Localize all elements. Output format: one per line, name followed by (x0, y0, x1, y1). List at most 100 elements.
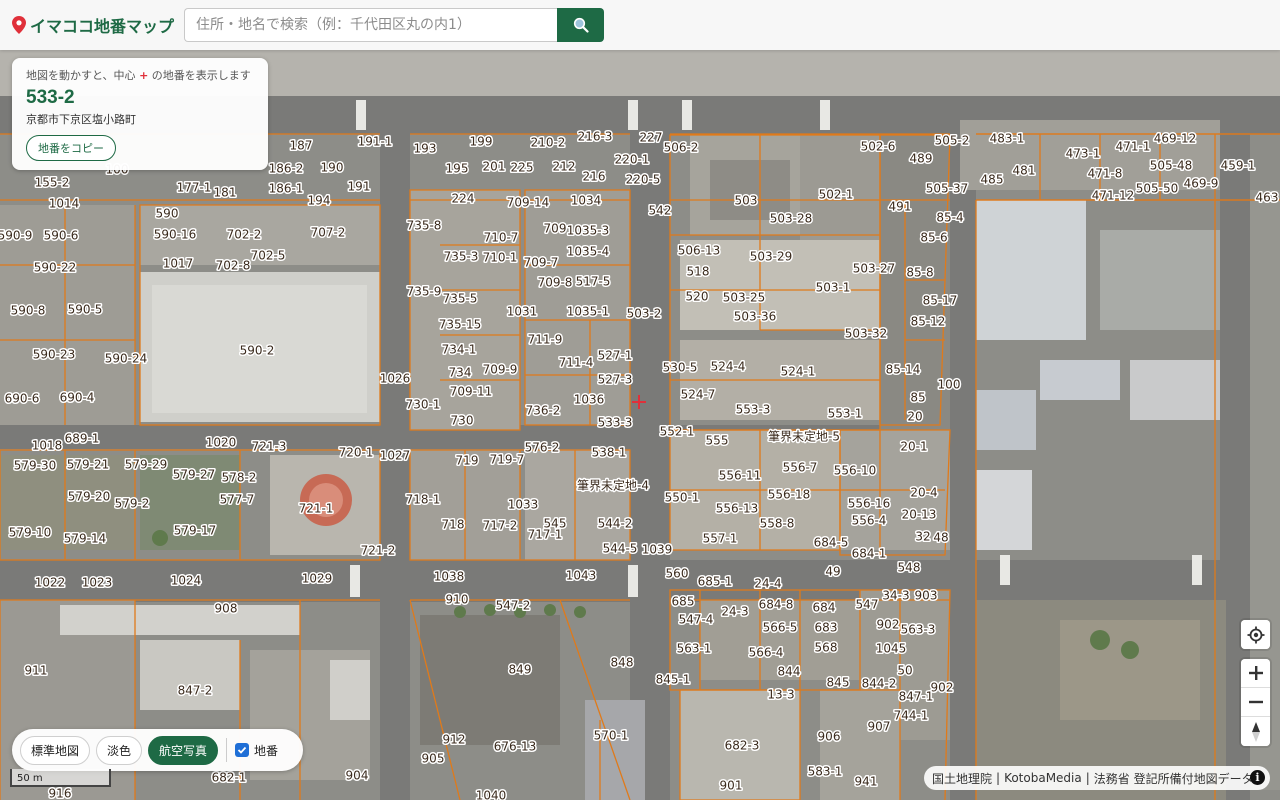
parcel-label: 1036 (574, 393, 605, 407)
parcel-label: 85-4 (936, 211, 963, 225)
parcel-label: 735-5 (443, 292, 478, 306)
parcel-label: 177-1 (177, 181, 212, 195)
parcel-label: 709 (544, 222, 567, 236)
parcel-label: 1035-1 (567, 305, 610, 319)
parcel-label: 503 (735, 194, 758, 208)
parcel-label: 502-1 (819, 188, 854, 202)
parcel-label: 845 (827, 676, 850, 690)
parcel-label: 187 (290, 139, 313, 153)
parcel-label: 707-2 (311, 226, 346, 240)
parcel-label: 684 (813, 601, 836, 615)
parcel-label: 579-30 (14, 459, 57, 473)
search-bar (184, 8, 605, 42)
attribution-gsi[interactable]: 国土地理院 (932, 770, 992, 787)
parcel-label: 524-7 (681, 388, 716, 402)
zoom-out-button[interactable] (1241, 688, 1270, 717)
reset-north-button[interactable] (1241, 717, 1270, 746)
parcel-label: 186-1 (269, 182, 304, 196)
parcel-label: 190 (321, 161, 344, 175)
parcel-label: 556-11 (719, 469, 762, 483)
parcel-label: 542 (649, 204, 672, 218)
parcel-label: 1022 (35, 576, 66, 590)
parcel-label: 544-2 (598, 517, 633, 531)
parcel-label: 505-48 (1150, 159, 1193, 173)
parcel-label: 85-14 (886, 363, 921, 377)
parcel-label: 684-5 (814, 536, 849, 550)
parcel-label: 579-20 (68, 490, 111, 504)
parcel-label: 579-2 (115, 497, 150, 511)
parcel-label: 590 (156, 207, 179, 221)
parcel-label: 684-1 (852, 547, 887, 561)
parcel-label: 717-2 (483, 519, 518, 533)
parcel-label: 560 (666, 567, 689, 581)
parcel-label: 1023 (82, 576, 113, 590)
parcel-label: 20-13 (902, 508, 937, 522)
parcel-label: 579-14 (64, 532, 107, 546)
attribution-moj[interactable]: 法務省 登記所備付地図データ (1094, 770, 1254, 787)
parcel-label: 20-1 (900, 440, 927, 454)
copy-parcel-button[interactable]: 地番をコピー (26, 135, 116, 161)
parcel-label: 547-4 (679, 613, 714, 627)
search-button[interactable] (557, 8, 605, 42)
parcel-label: 555 (706, 434, 729, 448)
parcel-label: 100 (938, 378, 961, 392)
parcel-address: 京都市下京区塩小路町 (26, 113, 136, 126)
layer-divider (226, 738, 228, 762)
parcel-toggle-checkbox[interactable] (235, 743, 250, 757)
parcel-label: 709-11 (450, 385, 493, 399)
layer-pale-button[interactable]: 淡色 (96, 735, 143, 765)
layer-aerial-button[interactable]: 航空写真 (148, 735, 219, 765)
attribution-separator: | (1085, 771, 1090, 785)
parcel-label: 735-9 (407, 285, 442, 299)
parcel-label: 489 (910, 152, 933, 166)
parcel-info-panel: 地図を動かすと、中心 + の地番を表示します 533-2 京都市下京区塩小路町 … (12, 58, 268, 170)
layer-standard-button[interactable]: 標準地図 (20, 735, 91, 765)
parcel-label: 566-5 (763, 621, 798, 635)
parcel-label: 702-8 (216, 259, 251, 273)
parcel-label: 690-6 (5, 392, 40, 406)
parcel-label: 553-1 (828, 407, 863, 421)
parcel-label: 563-1 (677, 642, 712, 656)
parcel-label: 590-22 (34, 261, 77, 275)
parcel-label: 735-8 (407, 219, 442, 233)
parcel-label: 216 (583, 170, 606, 184)
parcel-label: 570-1 (594, 729, 629, 743)
parcel-label: 1031 (507, 305, 538, 319)
parcel-label: 481 (1013, 164, 1036, 178)
parcel-label: 579-27 (173, 468, 216, 482)
parcel-label: 556-7 (783, 461, 818, 475)
parcel-label: 579-17 (174, 524, 217, 538)
parcel-label: 1043 (566, 569, 597, 583)
attribution-kotoba[interactable]: KotobaMedia (1004, 771, 1082, 785)
zoom-in-button[interactable] (1241, 659, 1270, 688)
parcel-label: 590-2 (240, 344, 275, 358)
attribution-info-icon[interactable]: i (1250, 770, 1265, 785)
parcel-label: 463 (1256, 191, 1279, 205)
app-logo[interactable]: イマココ地番マップ (12, 13, 174, 37)
parcel-label: 48 (933, 531, 948, 545)
parcel-label: 906 (818, 730, 841, 744)
geolocate-button[interactable] (1241, 620, 1270, 649)
parcel-label: 520 (686, 290, 709, 304)
parcel-label: 903 (915, 589, 938, 603)
parcel-label: 709-7 (524, 256, 559, 270)
parcel-label: 517-5 (576, 275, 611, 289)
parcel-label: 844 (778, 665, 801, 679)
parcel-toggle[interactable]: 地番 (235, 742, 278, 759)
parcel-label: 220-5 (626, 173, 661, 187)
parcel-label: 524-4 (711, 360, 746, 374)
parcel-label: 558-8 (760, 517, 795, 531)
parcel-label: 85-6 (920, 231, 947, 245)
parcel-label: 711-9 (528, 333, 563, 347)
parcel-label: 905 (422, 752, 445, 766)
parcel-label: 556-10 (834, 464, 877, 478)
parcel-label: 844-2 (862, 677, 897, 691)
parcel-label: 730-1 (406, 398, 441, 412)
app-title: イマココ地番マップ (30, 17, 175, 36)
parcel-label: 590-23 (33, 348, 76, 362)
parcel-label: 85-12 (911, 315, 946, 329)
search-input[interactable] (184, 8, 558, 42)
minus-icon (1248, 700, 1263, 704)
parcel-label: 503-2 (627, 307, 662, 321)
parcel-label: 1017 (163, 257, 194, 271)
